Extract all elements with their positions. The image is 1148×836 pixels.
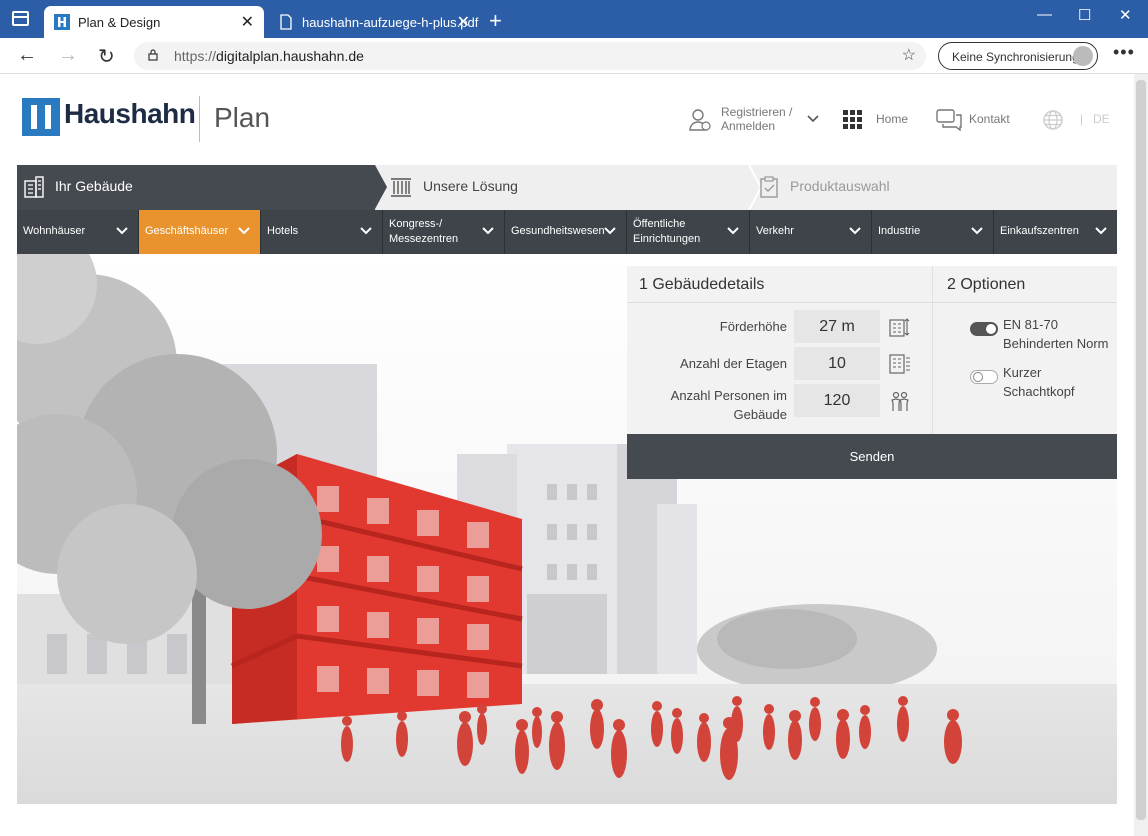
people-icon (891, 391, 909, 411)
category-kongress-messezentren[interactable]: Kongress-/Messezentren (383, 210, 505, 254)
chevron-down-icon (482, 227, 494, 235)
category-industrie[interactable]: Industrie (872, 210, 994, 254)
chevron-down-icon (604, 227, 616, 235)
brand-name: Haushahn (64, 98, 196, 129)
lang-divider: | (1080, 112, 1084, 126)
tab-title: haushahn-aufzuege-h-plus.pdf (302, 15, 479, 30)
chevron-down-icon[interactable] (806, 114, 820, 124)
more-menu-icon[interactable]: ••• (1113, 42, 1135, 63)
en8170-label: EN 81-70 Behinderten Norm (1003, 317, 1109, 351)
tab-title: Plan & Design (78, 15, 161, 30)
address-bar: ← → ↻ https://digitalplan.haushahn.de ☆ … (0, 38, 1148, 74)
kurzer-schachtkopf-toggle[interactable] (970, 370, 998, 384)
chat-icon[interactable] (936, 109, 962, 131)
url-input[interactable]: https://digitalplan.haushahn.de ☆ (134, 42, 926, 70)
reload-icon[interactable]: ↻ (98, 44, 115, 69)
wizard-steps: Ihr Gebäude Unsere Lösung Produktauswahl (17, 165, 1117, 210)
language-selector[interactable]: DE (1093, 112, 1110, 126)
etagen-label: Anzahl der Etagen (680, 356, 787, 371)
en8170-toggle[interactable] (970, 322, 998, 336)
step-label: Ihr Gebäude (55, 178, 133, 194)
category-hotels[interactable]: Hotels (261, 210, 383, 254)
chevron-down-icon (360, 227, 372, 235)
back-icon[interactable]: ← (17, 44, 37, 67)
globe-icon[interactable] (1042, 109, 1064, 131)
category-wohnhaeuser[interactable]: Wohnhäuser (17, 210, 139, 254)
clipboard-check-icon (760, 176, 778, 198)
details-title: 1 Gebäudedetails (639, 276, 765, 293)
personen-input[interactable]: 120 (794, 384, 880, 417)
category-gesundheitswesen[interactable]: Gesundheitswesen (505, 210, 627, 254)
category-verkehr[interactable]: Verkehr (750, 210, 872, 254)
columns-icon (391, 178, 411, 197)
kurzer-schachtkopf-label: Kurzer Schachtkopf (1003, 365, 1075, 399)
foerderhoehe-input[interactable]: 27 m (794, 310, 880, 343)
building-details-form: 1 Gebäudedetails 2 Optionen Förderhöhe 2… (627, 266, 1117, 479)
favorite-star-icon[interactable]: ☆ (902, 45, 916, 65)
step-ihr-gebaeude[interactable]: Ihr Gebäude (17, 165, 387, 210)
options-title: 2 Optionen (947, 276, 1026, 293)
chevron-down-icon (971, 227, 983, 235)
contact-link[interactable]: Kontakt (969, 112, 1010, 126)
close-icon[interactable]: ✕ (457, 12, 470, 32)
browser-titlebar: Plan & Design ✕ haushahn-aufzuege-h-plus… (0, 0, 1148, 38)
tab-actions-icon[interactable] (12, 11, 29, 26)
send-button[interactable]: Senden (627, 434, 1117, 479)
minimize-icon[interactable]: — (1037, 6, 1052, 23)
close-icon[interactable]: ✕ (241, 12, 254, 32)
sync-button[interactable]: Keine Synchronisierung (938, 42, 1098, 70)
forward-icon[interactable]: → (58, 44, 78, 67)
new-tab-icon[interactable]: + (489, 8, 502, 34)
home-link[interactable]: Home (876, 112, 908, 126)
user-icon (689, 109, 711, 131)
window-close-icon[interactable]: ✕ (1119, 6, 1132, 24)
step-label: Produktauswahl (790, 178, 890, 194)
web-page: Haushahn Plan Registrieren / Anmelden Ho… (0, 74, 1134, 836)
haushahn-logo-icon[interactable] (22, 98, 60, 136)
grid-home-icon[interactable] (843, 110, 862, 129)
lock-icon (148, 49, 158, 61)
category-geschaeftshaeuser[interactable]: Geschäftshäuser (139, 210, 261, 254)
chevron-down-icon (849, 227, 861, 235)
step-label: Unsere Lösung (423, 178, 518, 194)
category-oeffentliche-einrichtungen[interactable]: Öffentliche Einrichtungen (627, 210, 750, 254)
personen-label: Anzahl Personen im Gebäude (670, 388, 787, 422)
chevron-down-icon (1095, 227, 1107, 235)
scrollbar-thumb[interactable] (1136, 80, 1146, 820)
building-height-icon (889, 318, 910, 337)
brand-divider (199, 96, 200, 142)
url-text: https://digitalplan.haushahn.de (174, 48, 364, 64)
chevron-down-icon (238, 227, 250, 235)
tab-plan-design[interactable]: Plan & Design ✕ (44, 6, 264, 38)
chevron-down-icon (116, 227, 128, 235)
floors-icon (889, 354, 910, 374)
etagen-input[interactable]: 10 (794, 347, 880, 380)
tab-pdf[interactable]: haushahn-aufzuege-h-plus.pdf ✕ (268, 6, 480, 38)
profile-avatar (1073, 46, 1093, 66)
foerderhoehe-label: Förderhöhe (719, 319, 787, 334)
register-login-link[interactable]: Registrieren / Anmelden (721, 105, 792, 133)
document-icon (280, 14, 292, 30)
brand-sub: Plan (214, 102, 271, 133)
category-einkaufszentren[interactable]: Einkaufszentren (994, 210, 1117, 254)
maximize-icon[interactable]: ☐ (1078, 6, 1091, 24)
building-icon (24, 176, 44, 198)
haushahn-favicon-icon (54, 14, 70, 30)
category-bar: Wohnhäuser Geschäftshäuser Hotels Kongre… (17, 210, 1117, 254)
chevron-down-icon (727, 227, 739, 235)
